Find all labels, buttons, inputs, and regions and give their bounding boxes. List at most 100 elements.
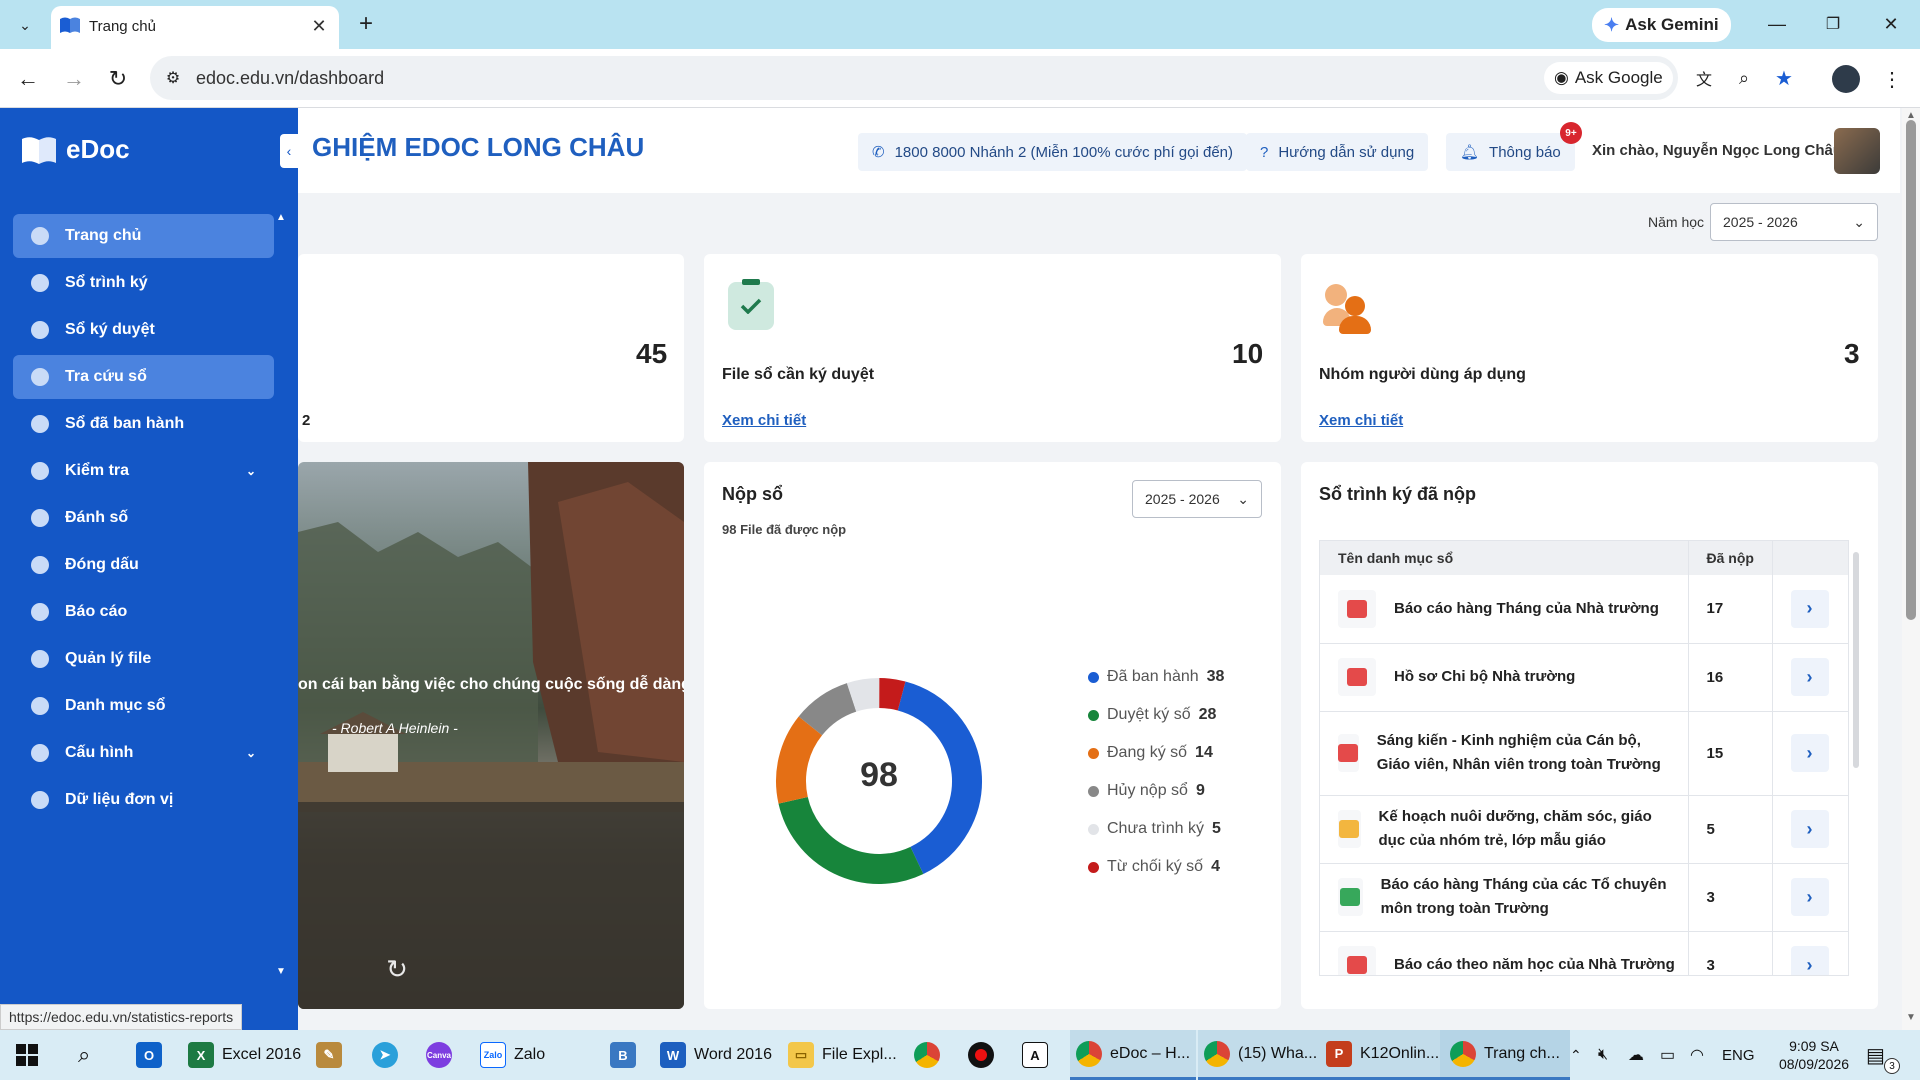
chevron-right-icon[interactable]: › — [1790, 810, 1829, 848]
legend-item[interactable]: Đang ký số 14 — [1088, 734, 1224, 772]
chevron-right-icon[interactable]: › — [1790, 946, 1829, 975]
wifi-button[interactable]: ◠ — [1690, 1030, 1704, 1080]
sidebar-item-du-lieu-don-vi[interactable]: Dữ liệu đơn vị — [13, 778, 274, 822]
page-scrollbar[interactable]: ▲ ▼ — [1902, 108, 1920, 1030]
minimize-icon[interactable]: — — [1762, 10, 1792, 38]
chevron-right-icon[interactable]: › — [1790, 589, 1829, 628]
site-info-icon[interactable]: ⚙ — [162, 67, 184, 89]
table-row[interactable]: Báo cáo hàng Tháng của Nhà trường 17 › — [1320, 575, 1848, 643]
zoom-icon[interactable]: ⌕ — [1732, 66, 1756, 90]
guide-button[interactable]: ? Hướng dẫn sử dụng — [1246, 133, 1429, 171]
table-row[interactable]: Sáng kiến - Kinh nghiệm của Cán bộ, Giáo… — [1320, 711, 1848, 795]
sidebar-item-cau-hinh[interactable]: Cấu hình ⌄ — [13, 731, 274, 775]
notification-center-button[interactable]: ▤ 3 — [1866, 1030, 1900, 1080]
hotline-button[interactable]: ✆ 1800 8000 Nhánh 2 (Miễn 100% cước phí … — [858, 133, 1248, 171]
sidebar-item-so-ky-duyet[interactable]: Sổ ký duyệt — [13, 308, 274, 352]
language-button[interactable]: ENG — [1722, 1030, 1755, 1080]
powerpoint-button[interactable]: P K12Onlin... — [1320, 1030, 1446, 1080]
brand-logo[interactable]: eDoc — [20, 134, 130, 165]
clock[interactable]: 9:09 SA 08/09/2026 — [1774, 1030, 1854, 1080]
legend-item[interactable]: Từ chối ký số 4 — [1088, 848, 1224, 886]
donut-slice[interactable] — [778, 796, 924, 884]
scroll-down-icon[interactable]: ▼ — [1906, 1012, 1916, 1023]
new-tab-plus-icon[interactable]: + — [352, 10, 380, 38]
sidebar-item-danh-muc-so[interactable]: Danh mục sổ — [13, 684, 274, 728]
table-scrollbar[interactable] — [1853, 552, 1859, 768]
stat-card-2-detail-link[interactable]: Xem chi tiết — [722, 412, 806, 429]
legend-item[interactable]: Đã ban hành 38 — [1088, 658, 1224, 696]
whatsapp-chrome-button[interactable]: (15) Wha... — [1198, 1030, 1324, 1080]
zalo-button[interactable]: Zalo Zalo — [480, 1030, 545, 1080]
stat-card-3-detail-link[interactable]: Xem chi tiết — [1319, 412, 1403, 429]
donut-slice[interactable] — [798, 683, 857, 736]
paint-button[interactable]: ✎ — [316, 1030, 342, 1080]
sidebar-scroll-down-icon[interactable]: ▼ — [276, 966, 286, 977]
outlook-button[interactable]: O — [136, 1030, 162, 1080]
ai-app-button[interactable]: A — [1022, 1030, 1048, 1080]
battery-button[interactable]: ▭ — [1660, 1030, 1675, 1080]
browser-menu-icon[interactable]: ⋮ — [1880, 65, 1904, 93]
legend-item[interactable]: Duyệt ký số 28 — [1088, 696, 1224, 734]
reload-icon[interactable]: ↻ — [104, 65, 132, 93]
excel-button[interactable]: X Excel 2016 — [188, 1030, 301, 1080]
chevron-right-icon[interactable]: › — [1790, 734, 1829, 772]
user-avatar[interactable] — [1834, 128, 1880, 174]
chevron-right-icon[interactable]: › — [1790, 658, 1829, 696]
sidebar-item-trang-chu[interactable]: Trang chủ — [13, 214, 274, 258]
edoc-chrome-button[interactable]: eDoc – H... — [1070, 1030, 1197, 1080]
donut-slice[interactable] — [846, 678, 880, 712]
window-close-icon[interactable]: ✕ — [1876, 10, 1906, 38]
notification-button[interactable]: 🔔︎ Thông báo — [1446, 133, 1575, 171]
ask-gemini-button[interactable]: ✦ Ask Gemini — [1592, 8, 1731, 42]
nop-so-year-select[interactable]: 2025 - 2026 ⌄ — [1132, 480, 1262, 518]
trangchu-chrome-button[interactable]: Trang ch... — [1440, 1030, 1570, 1080]
donut-slice[interactable] — [878, 678, 906, 711]
profile-avatar[interactable] — [1832, 65, 1860, 93]
search-button[interactable]: ⌕ — [78, 1030, 90, 1080]
bookmark-star-icon[interactable]: ★ — [1772, 66, 1796, 90]
sidebar-item-quan-ly-file[interactable]: Quản lý file — [13, 637, 274, 681]
table-row[interactable]: Báo cáo hàng Tháng của các Tổ chuyên môn… — [1320, 863, 1848, 931]
explorer-button[interactable]: ▭ File Expl... — [788, 1030, 897, 1080]
word-button[interactable]: W Word 2016 — [660, 1030, 772, 1080]
sidebar-item-dong-dau[interactable]: Đóng dấu — [13, 543, 274, 587]
sidebar-item-so-trinh-ky[interactable]: Sổ trình ký — [13, 261, 274, 305]
ask-google-button[interactable]: ◉ Ask Google — [1544, 62, 1673, 94]
table-row[interactable]: Báo cáo theo năm học của Nhà Trường 3 › — [1320, 931, 1848, 975]
forward-icon[interactable]: → — [60, 65, 88, 93]
blue-app-button[interactable]: B — [610, 1030, 636, 1080]
sidebar-item-danh-so[interactable]: Đánh số — [13, 496, 274, 540]
translate-icon[interactable]: 文 — [1692, 66, 1716, 90]
table-row[interactable]: Hồ sơ Chi bộ Nhà trường 16 › — [1320, 643, 1848, 711]
canva-button[interactable]: Canva — [426, 1030, 452, 1080]
omnibox[interactable]: ⚙ edoc.edu.vn/dashboard ◉ Ask Google 文 ⌕… — [150, 56, 1793, 100]
sidebar-item-bao-cao[interactable]: Báo cáo — [13, 590, 274, 634]
chrome-button[interactable] — [914, 1030, 940, 1080]
sidebar-item-so-da-ban-hanh[interactable]: Sổ đã ban hành — [13, 402, 274, 446]
browser-tab-active[interactable]: Trang chủ ✕ — [51, 6, 339, 49]
onedrive-button[interactable]: ☁ — [1628, 1030, 1644, 1080]
sidebar-scroll-up-icon[interactable]: ▲ — [276, 212, 286, 223]
telegram-button[interactable]: ➤ — [372, 1030, 398, 1080]
back-icon[interactable]: ← — [14, 65, 42, 93]
volume-button[interactable]: 🔇︎ — [1598, 1030, 1608, 1080]
table-row[interactable]: Kế hoạch nuôi dưỡng, chăm sóc, giáo dục … — [1320, 795, 1848, 863]
sidebar-item-tra-cuu-so[interactable]: Tra cứu sổ — [13, 355, 274, 399]
scroll-thumb[interactable] — [1906, 120, 1916, 620]
recorder-button[interactable] — [968, 1030, 994, 1080]
legend-item[interactable]: Hủy nộp sổ 9 — [1088, 772, 1224, 810]
restore-icon[interactable]: ❐ — [1818, 10, 1848, 38]
tab-search-chevron-icon[interactable]: ⌄ — [12, 12, 38, 38]
refresh-icon[interactable]: ↻ — [382, 954, 412, 984]
collapse-sidebar-icon[interactable]: ‹ — [280, 134, 298, 168]
donut-slice[interactable] — [897, 681, 982, 874]
chevron-right-icon[interactable]: › — [1790, 878, 1829, 916]
url-text[interactable]: edoc.edu.vn/dashboard — [196, 68, 384, 89]
start-button[interactable] — [16, 1030, 46, 1080]
donut-slice[interactable] — [776, 716, 823, 804]
tab-close-icon[interactable]: ✕ — [307, 14, 331, 38]
school-year-select[interactable]: 2025 - 2026 ⌄ — [1710, 203, 1878, 241]
sidebar-item-kiem-tra[interactable]: Kiểm tra ⌄ — [13, 449, 274, 493]
tray-overflow-button[interactable]: ⌃ — [1570, 1030, 1582, 1080]
legend-item[interactable]: Chưa trình ký 5 — [1088, 810, 1224, 848]
